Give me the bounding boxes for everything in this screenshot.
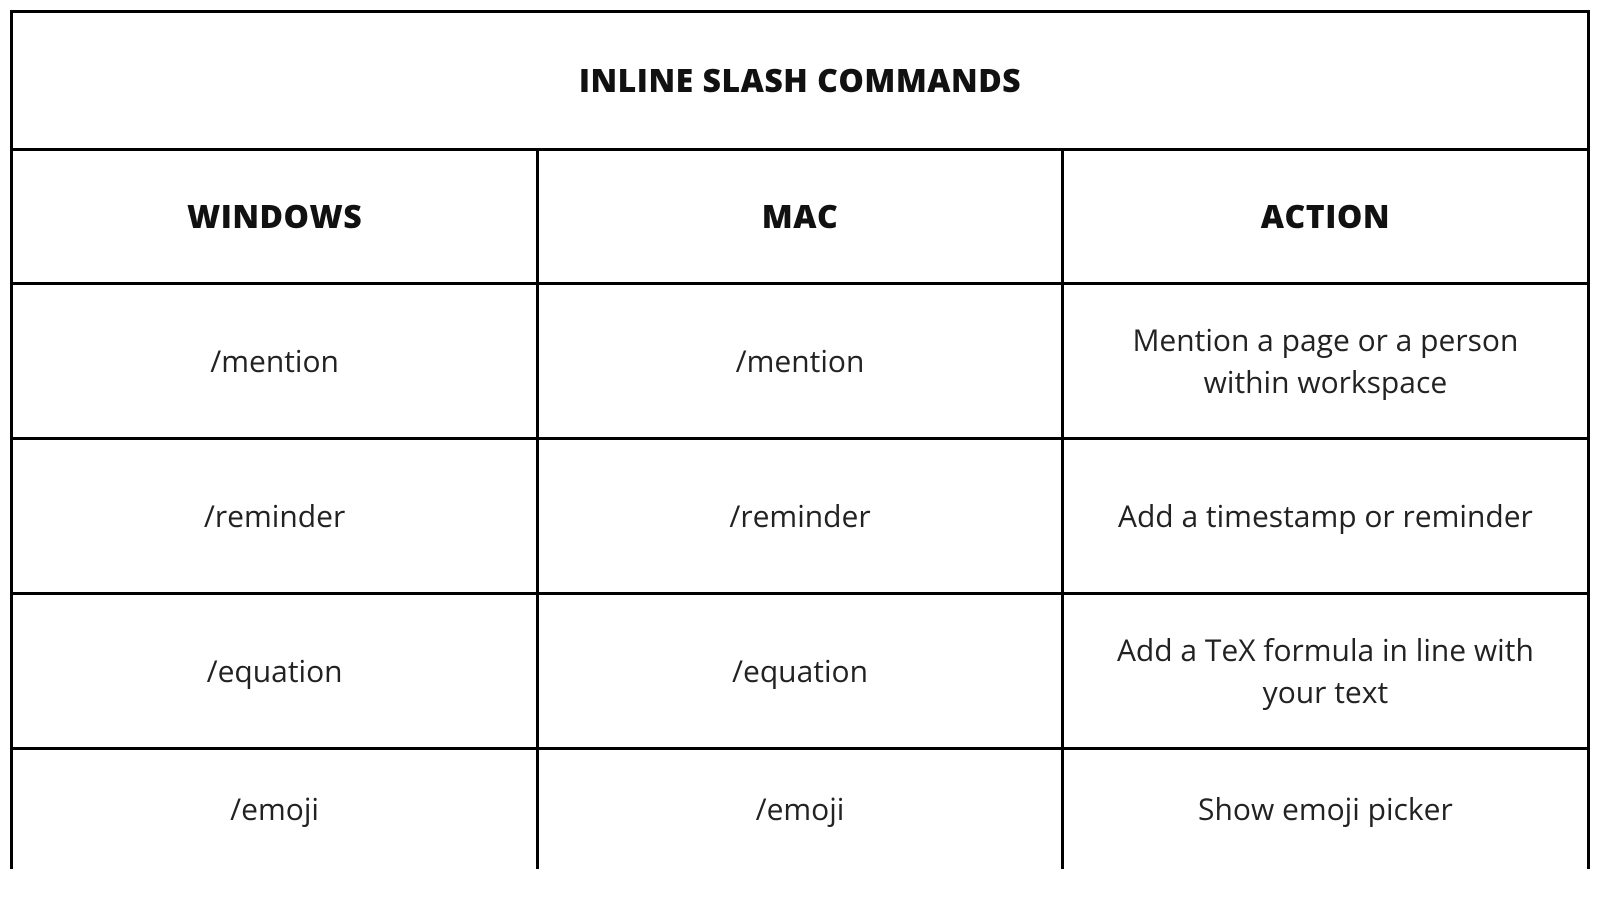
table-row: /equation /equation Add a TeX formula in…: [13, 594, 1587, 749]
slash-commands-table: WINDOWS MAC ACTION /mention /mention Men…: [13, 148, 1587, 869]
cell-windows: /equation: [13, 594, 538, 749]
slash-commands-table-container: INLINE SLASH COMMANDS WINDOWS MAC ACTION…: [10, 10, 1590, 869]
table-row: /emoji /emoji Show emoji picker: [13, 749, 1587, 869]
table-title: INLINE SLASH COMMANDS: [13, 13, 1587, 148]
cell-action: Show emoji picker: [1062, 749, 1587, 869]
cell-action: Add a TeX formula in line with your text: [1062, 594, 1587, 749]
cell-mac: /equation: [538, 594, 1063, 749]
cell-mac: /emoji: [538, 749, 1063, 869]
table-header-row: WINDOWS MAC ACTION: [13, 150, 1587, 284]
cell-action: Mention a page or a person within worksp…: [1062, 284, 1587, 439]
cell-windows: /reminder: [13, 439, 538, 594]
table-row: /reminder /reminder Add a timestamp or r…: [13, 439, 1587, 594]
column-header-mac: MAC: [538, 150, 1063, 284]
cell-mac: /reminder: [538, 439, 1063, 594]
column-header-action: ACTION: [1062, 150, 1587, 284]
cell-action: Add a timestamp or reminder: [1062, 439, 1587, 594]
column-header-windows: WINDOWS: [13, 150, 538, 284]
cell-windows: /emoji: [13, 749, 538, 869]
cell-mac: /mention: [538, 284, 1063, 439]
table-row: /mention /mention Mention a page or a pe…: [13, 284, 1587, 439]
cell-windows: /mention: [13, 284, 538, 439]
